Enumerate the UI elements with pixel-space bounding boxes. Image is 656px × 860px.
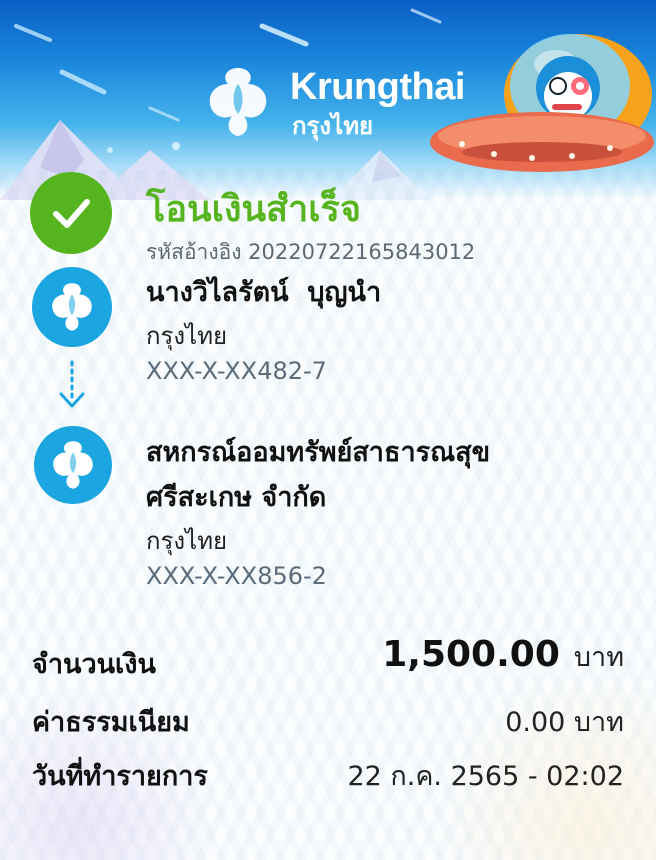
check-icon — [53, 199, 90, 228]
transfer-status-title: โอนเงินสำเร็จ — [146, 189, 361, 230]
receiver-bank-logo — [34, 426, 112, 504]
krungthai-bird-icon — [53, 441, 93, 489]
amount-label: จำนวนเงิน — [32, 649, 156, 680]
success-check-badge — [30, 172, 112, 254]
amount-value: 1,500.00 — [382, 634, 560, 675]
krungthai-bird-icon — [52, 283, 92, 331]
receiver-account-number: XXX-X-XX856-2 — [146, 562, 327, 590]
down-arrow-icon — [59, 360, 85, 408]
sender-account-number: XXX-X-XX482-7 — [146, 357, 327, 385]
krungthai-bird-logo — [209, 68, 267, 136]
fee-label: ค่าธรรมเนียม — [32, 707, 190, 738]
reference-number: รหัสอ้างอิง 20220722165843012 — [146, 240, 476, 264]
brand-name-thai: กรุงไทย — [292, 112, 374, 140]
amount-value-group: 1,500.00 บาท — [382, 634, 624, 678]
receiver-bank-name: กรุงไทย — [146, 527, 228, 555]
fee-value: 0.00 บาท — [505, 707, 624, 738]
sender-bank-logo — [32, 267, 112, 347]
transaction-date-value: 22 ก.ค. 2565 - 02:02 — [347, 761, 624, 792]
sender-name: นางวิไลรัตน์ บุญนำ — [146, 277, 382, 308]
amount-unit: บาท — [573, 642, 624, 673]
ufo-mascot — [430, 34, 654, 172]
receiver-name-line1: สหกรณ์ออมทรัพย์สาธารณสุข — [146, 437, 491, 468]
sender-bank-name: กรุงไทย — [146, 322, 228, 350]
transaction-date-label: วันที่ทำรายการ — [32, 761, 208, 792]
receiver-name-line2: ศรีสะเกษ จำกัด — [146, 482, 327, 513]
